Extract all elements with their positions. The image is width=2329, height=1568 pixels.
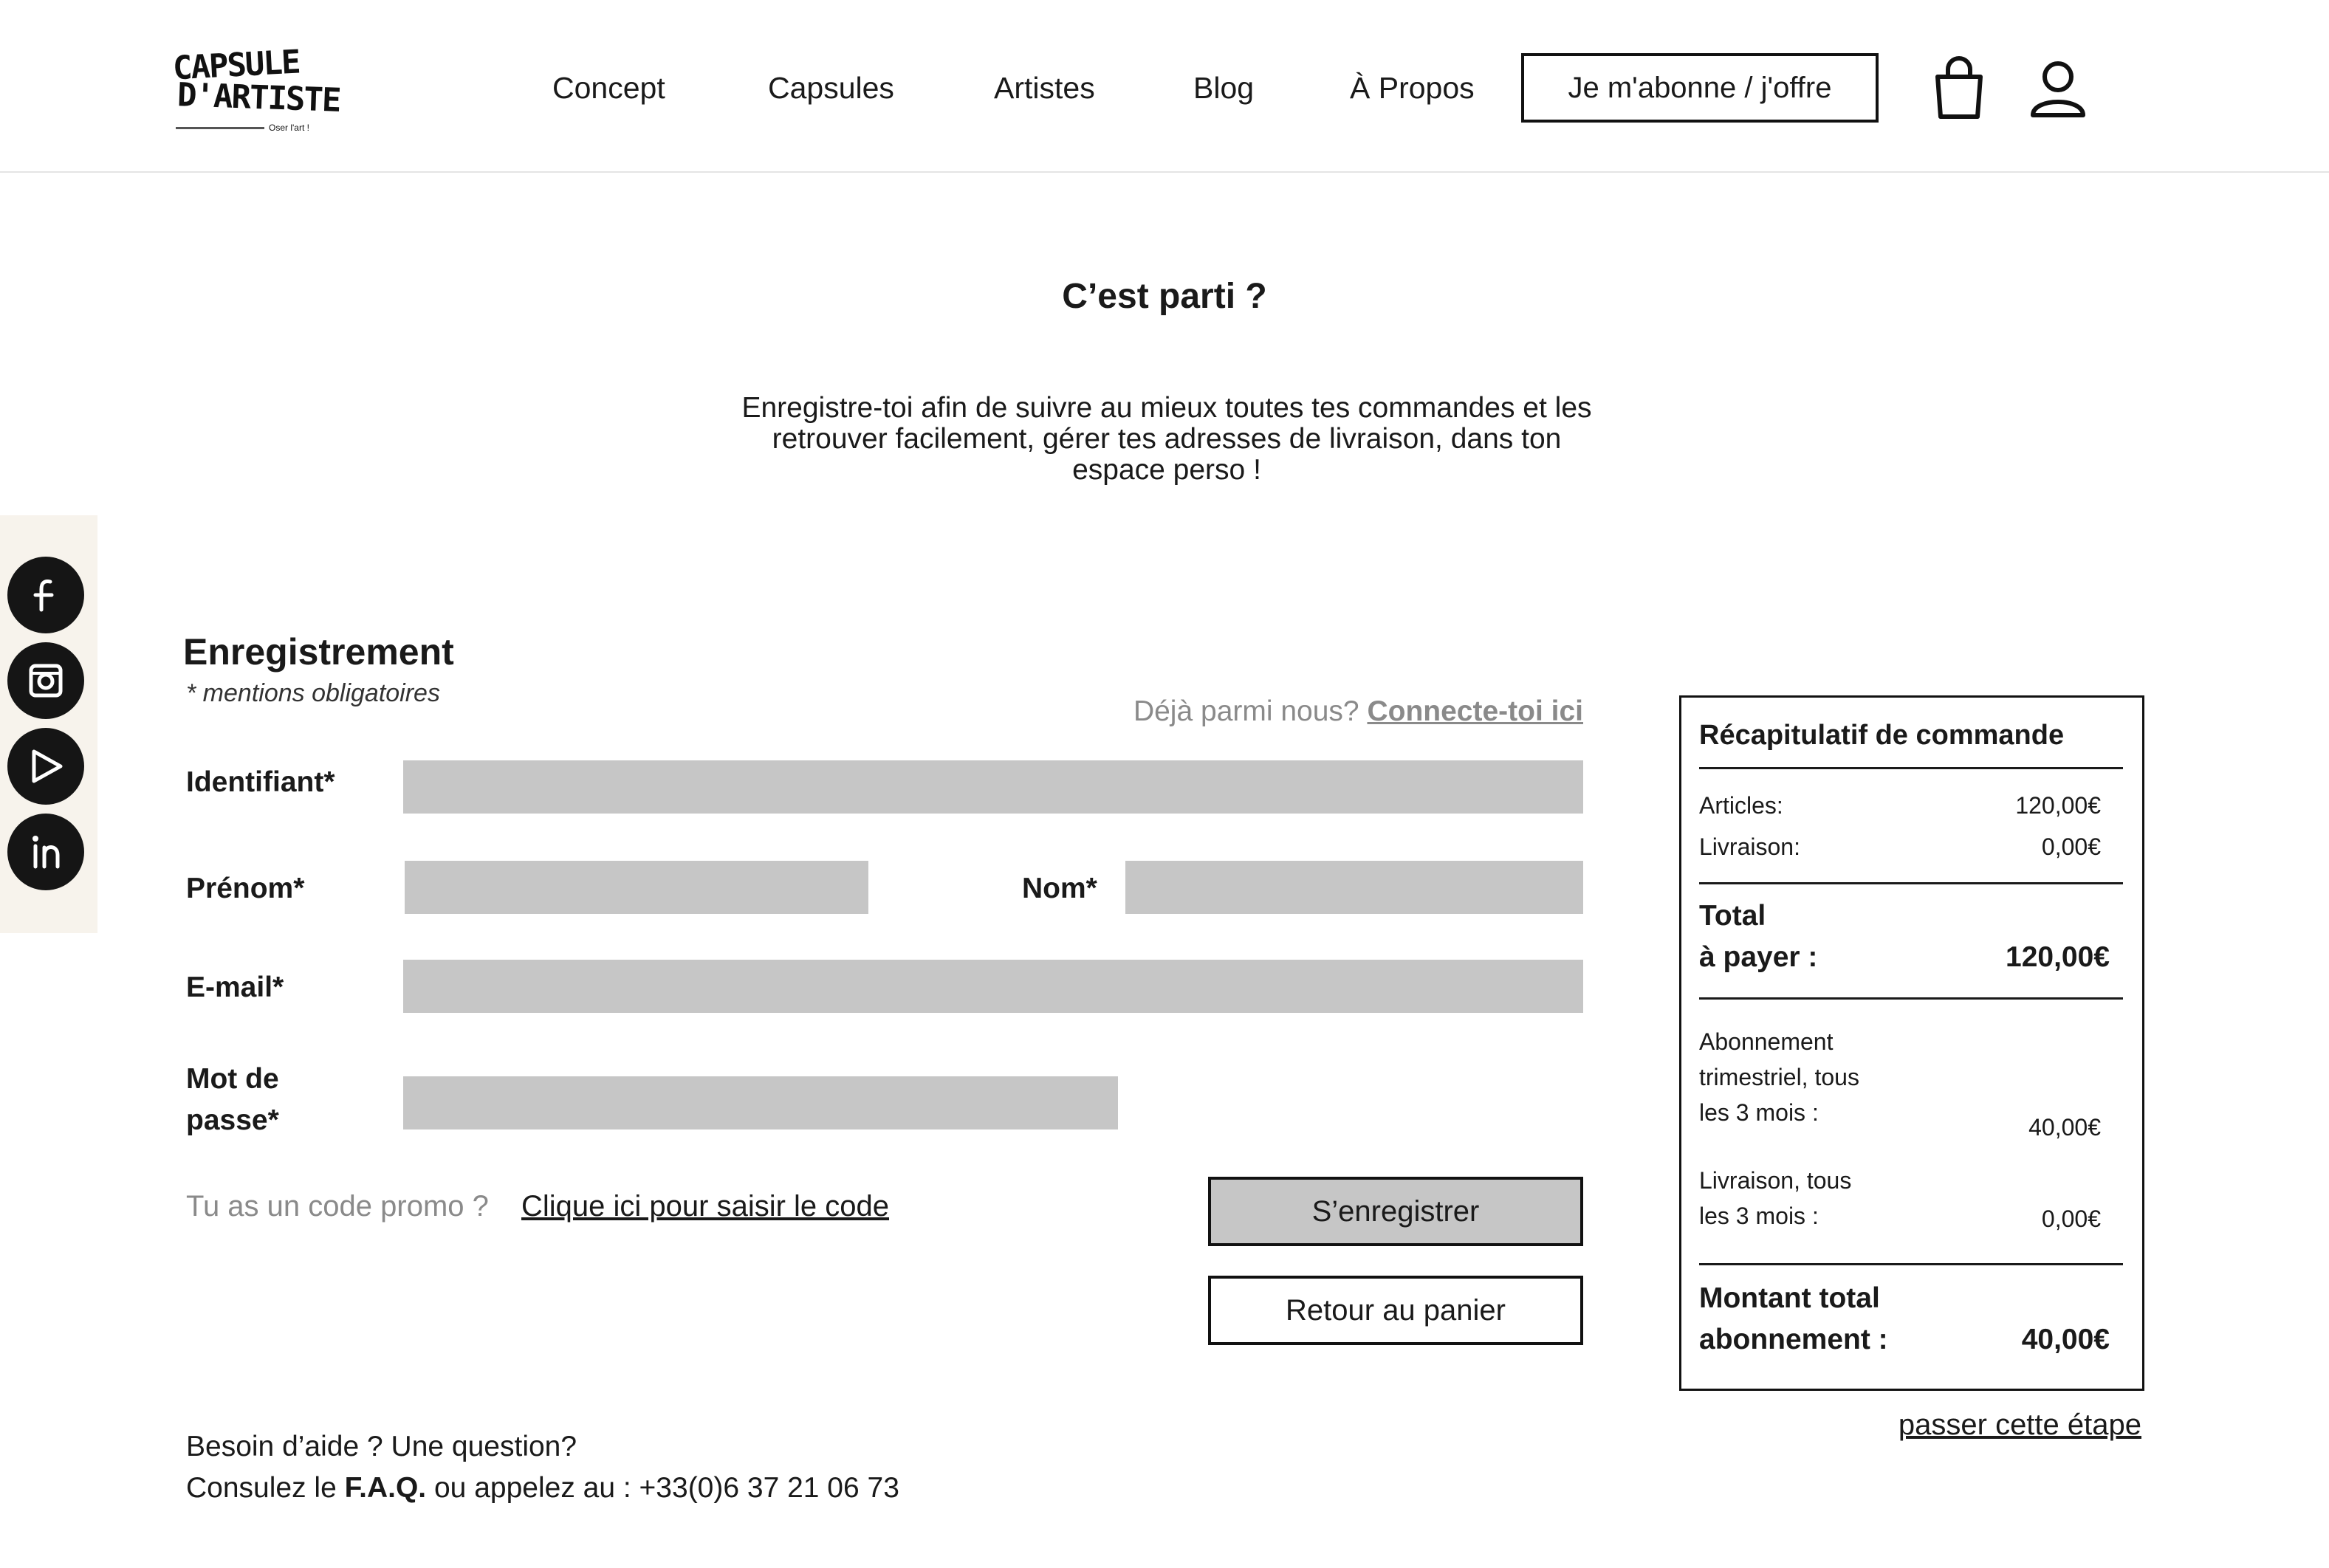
linkedin-icon[interactable] — [7, 814, 84, 890]
password-label-line1: Mot de — [186, 1063, 279, 1095]
subscription-total-value: 40,00€ — [2021, 1324, 2110, 1355]
summary-divider — [1699, 997, 2123, 1000]
nom-label: Nom* — [1022, 873, 1097, 904]
identifiant-field[interactable] — [403, 760, 1583, 814]
password-label: Mot de passe* — [186, 1059, 279, 1141]
summary-divider — [1699, 1263, 2123, 1265]
password-field[interactable] — [403, 1076, 1118, 1129]
prenom-field[interactable] — [405, 861, 868, 914]
subscription-value: 40,00€ — [2028, 1114, 2101, 1141]
promo-prompt: Tu as un code promo ? — [186, 1190, 489, 1223]
skip-step-link[interactable]: passer cette étape — [1898, 1409, 2141, 1442]
nom-field[interactable] — [1125, 861, 1583, 914]
password-label-line2: passe* — [186, 1104, 279, 1136]
nav-a-propos[interactable]: À Propos — [1350, 71, 1475, 106]
shipping-value: 0,00€ — [2041, 833, 2101, 860]
logo-tagline: Oser l'art ! — [269, 123, 309, 133]
nav-blog[interactable]: Blog — [1193, 71, 1254, 106]
form-title: Enregistrement — [183, 631, 454, 673]
email-field[interactable] — [403, 960, 1583, 1013]
help-line2-prefix: Consulez le — [186, 1472, 337, 1504]
logo-underline — [176, 127, 264, 129]
subscription-shipping-label-line2: les 3 mois : — [1699, 1203, 1819, 1229]
faq-link[interactable]: F.A.Q. — [345, 1472, 427, 1504]
help-line2-suffix: ou appelez au : +33(0)6 37 21 06 73 — [433, 1472, 899, 1504]
help-section: Besoin d’aide ? Une question? Consulez l… — [186, 1426, 899, 1509]
login-prompt: Déjà parmi nous? — [1133, 695, 1359, 727]
articles-label: Articles: — [1699, 792, 1783, 819]
summary-shipping-row: Livraison: 0,00€ — [1699, 833, 2101, 861]
articles-value: 120,00€ — [2015, 792, 2101, 819]
instagram-icon[interactable] — [7, 642, 84, 719]
email-label: E-mail* — [186, 972, 284, 1003]
nav-concept[interactable]: Concept — [552, 71, 665, 106]
page-title: C’est parti ? — [1062, 277, 1267, 316]
total-value: 120,00€ — [2006, 941, 2110, 973]
site-logo[interactable]: CAPSULE D'ARTISTE Oser l'art ! — [172, 44, 341, 142]
subscription-shipping-label-line1: Livraison, tous — [1699, 1167, 1852, 1194]
facebook-icon[interactable] — [7, 557, 84, 633]
summary-divider — [1699, 882, 2123, 884]
mandatory-note: * mentions obligatoires — [186, 679, 440, 707]
logo-text-line2: D'ARTISTE — [176, 76, 341, 120]
subscription-total-row: Montant total abonnement : 40,00€ — [1699, 1278, 2110, 1361]
shipping-label: Livraison: — [1699, 833, 1800, 860]
subscription-shipping-value: 0,00€ — [2041, 1206, 2101, 1232]
register-button[interactable]: S’enregistrer — [1208, 1177, 1583, 1246]
total-label-line1: Total — [1699, 900, 1766, 932]
promo-code-link[interactable]: Clique ici pour saisir le code — [521, 1190, 889, 1223]
summary-total-row: Total à payer : 120,00€ — [1699, 895, 2110, 978]
subscription-label-line2: trimestriel, tous — [1699, 1064, 1859, 1090]
play-icon[interactable] — [7, 728, 84, 805]
back-to-cart-button[interactable]: Retour au panier — [1208, 1276, 1583, 1345]
subscribe-button[interactable]: Je m'abonne / j'offre — [1521, 53, 1879, 123]
login-link[interactable]: Connecte-toi ici — [1367, 695, 1583, 727]
user-icon[interactable] — [2029, 59, 2087, 118]
subscription-shipping-row: Livraison, tous les 3 mois : 0,00€ — [1699, 1163, 2101, 1234]
subscription-label-line1: Abonnement — [1699, 1028, 1834, 1055]
summary-articles-row: Articles: 120,00€ — [1699, 792, 2101, 819]
subscription-total-label-line1: Montant total — [1699, 1282, 1880, 1314]
intro-text: Enregistre-toi afin de suivre au mieux t… — [741, 392, 1592, 486]
order-summary: Récapitulatif de commande Articles: 120,… — [1679, 695, 2144, 1391]
summary-divider — [1699, 767, 2123, 769]
shopping-bag-icon[interactable] — [1933, 56, 1985, 120]
nav-capsules[interactable]: Capsules — [768, 71, 894, 106]
nav-artistes[interactable]: Artistes — [994, 71, 1095, 106]
summary-title: Récapitulatif de commande — [1699, 720, 2065, 751]
help-line2: Consulez le F.A.Q. ou appelez au : +33(0… — [186, 1468, 899, 1509]
login-prompt-line: Déjà parmi nous? Connecte-toi ici — [1133, 695, 1583, 728]
help-line1: Besoin d’aide ? Une question? — [186, 1431, 577, 1462]
prenom-label: Prénom* — [186, 873, 305, 904]
site-header: CAPSULE D'ARTISTE Oser l'art ! Concept C… — [0, 0, 2329, 173]
social-sidebar — [0, 515, 97, 933]
identifiant-label: Identifiant* — [186, 766, 335, 798]
subscription-row: Abonnement trimestriel, tous les 3 mois … — [1699, 1024, 2101, 1141]
